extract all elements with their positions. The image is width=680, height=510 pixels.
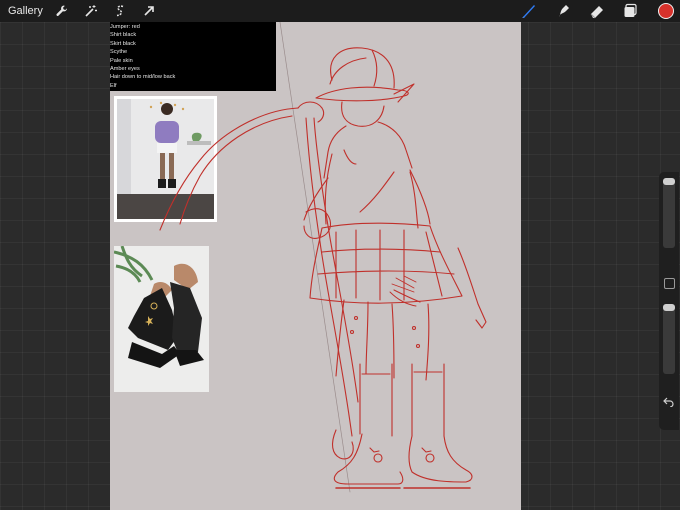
smudge-icon[interactable] — [554, 2, 572, 20]
tool-group — [504, 2, 674, 20]
top-toolbar: Gallery — [0, 0, 680, 22]
drawing-canvas[interactable]: Jumper: red Shirt black Skirt black Scyt… — [110, 22, 521, 510]
slider-knob[interactable] — [663, 178, 675, 185]
modify-button[interactable] — [664, 278, 675, 289]
brush-icon[interactable] — [520, 2, 538, 20]
eraser-icon[interactable] — [588, 2, 606, 20]
character-sketch — [159, 22, 487, 493]
gallery-button[interactable]: Gallery — [8, 5, 43, 17]
selection-icon[interactable] — [111, 2, 129, 20]
color-picker-button[interactable] — [658, 3, 674, 19]
transform-arrow-icon[interactable] — [140, 2, 158, 20]
side-control-panel — [659, 172, 679, 430]
layers-icon[interactable] — [622, 2, 640, 20]
brush-size-slider[interactable] — [663, 178, 675, 248]
wrench-icon[interactable] — [53, 2, 71, 20]
slider-knob[interactable] — [663, 304, 675, 311]
undo-icon[interactable] — [663, 394, 675, 408]
magic-wand-icon[interactable] — [82, 2, 100, 20]
opacity-slider[interactable] — [663, 304, 675, 374]
